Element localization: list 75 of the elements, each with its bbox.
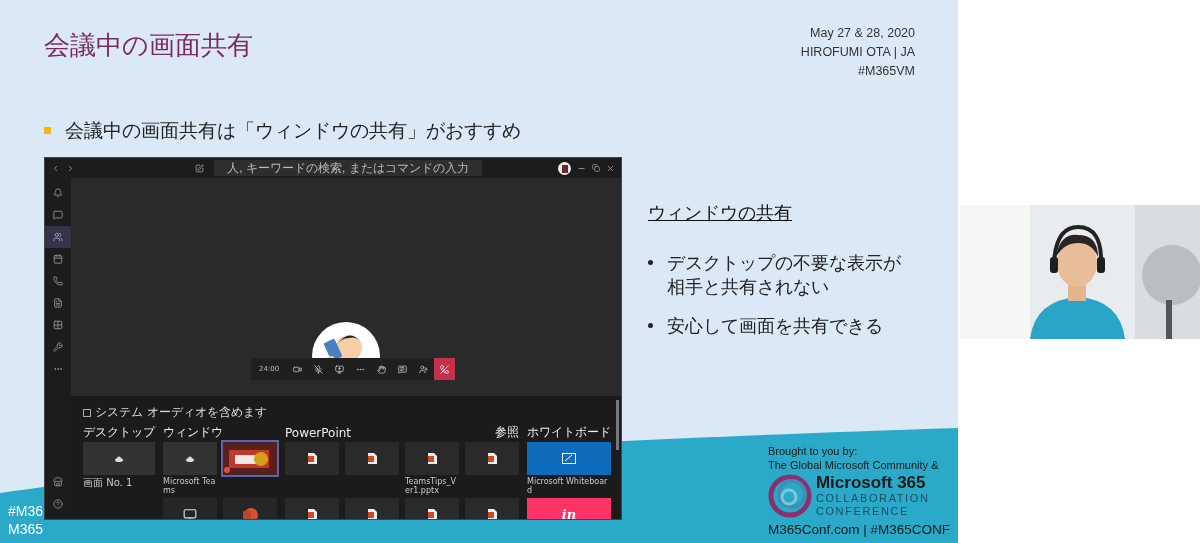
close-icon[interactable] — [606, 163, 615, 173]
presentation-app-icon — [242, 506, 258, 519]
document-icon — [427, 453, 437, 464]
bullet-icon — [44, 127, 51, 134]
monitor-icon — [183, 507, 197, 519]
restore-icon[interactable] — [592, 164, 600, 172]
section-title: PowerPoint — [285, 425, 352, 440]
document-icon — [367, 453, 377, 464]
calendar-icon — [53, 254, 63, 264]
whiteboard-thumbnail[interactable] — [527, 442, 611, 475]
app-logo: in — [561, 507, 577, 519]
file-thumbnail[interactable] — [345, 442, 399, 475]
cloud-icon — [186, 455, 194, 462]
invision-thumbnail[interactable]: in — [527, 498, 611, 519]
document-icon — [427, 509, 437, 519]
sponsor-footer: M365Conf.com | #M365CONF — [767, 521, 950, 538]
apps-icon[interactable] — [53, 477, 63, 487]
event-info: May 27 & 28, 2020 — [810, 26, 915, 40]
bullet-text: デスクトップの不要な表示が相手と共有されない — [667, 251, 902, 300]
back-icon[interactable] — [51, 163, 60, 173]
document-icon — [487, 453, 497, 464]
bullet-text: 安心して画面を共有できる — [667, 313, 884, 338]
bullet-text: 会議中の画面共有は「ウィンドウの共有」がおすすめ — [65, 119, 521, 143]
bullet-icon — [648, 322, 653, 328]
sidebar-item[interactable] — [45, 226, 71, 248]
bullet-icon — [648, 260, 653, 265]
event-info: #M365VM — [858, 64, 915, 78]
bell-icon — [53, 188, 63, 198]
side-heading: ウィンドウの共有 — [648, 201, 793, 225]
tile-caption: Microsoft Whiteboard — [527, 477, 608, 495]
hang-up-button[interactable] — [434, 358, 456, 380]
checkbox[interactable] — [83, 408, 91, 417]
document-icon — [307, 509, 317, 519]
chat-icon — [53, 210, 63, 220]
document-icon — [307, 453, 317, 464]
browse-link[interactable]: 参照 — [495, 424, 519, 441]
sponsor-text: The Global Microsoft Community & — [767, 458, 940, 472]
sponsor-text: Brought to you by: — [767, 444, 859, 458]
compose-icon[interactable] — [195, 163, 204, 173]
tile-caption: TeamsTips_Ver1.pptx — [405, 477, 456, 495]
wrench-icon — [53, 342, 63, 352]
tile-caption: Microsoft Teams — [163, 477, 216, 495]
help-icon[interactable] — [53, 499, 63, 509]
file-thumbnail[interactable] — [465, 442, 519, 475]
file-thumbnail[interactable] — [285, 442, 339, 475]
brand-subtitle: CONFERENCE — [815, 505, 910, 518]
whiteboard-icon — [562, 453, 576, 464]
swirl-logo-icon — [767, 474, 812, 518]
avatar-icon[interactable] — [558, 161, 571, 175]
section-title: ウィンドウ — [163, 424, 223, 441]
event-info: HIROFUMI OTA | JA — [800, 45, 915, 59]
section-title: デスクトップ — [83, 424, 155, 441]
window-thumbnail[interactable] — [163, 442, 217, 475]
tile-caption: 画面 No. 1 — [83, 477, 133, 488]
checkbox-label: システム オーディオを含めます — [95, 404, 267, 421]
document-icon — [367, 509, 377, 519]
hang-up-icon — [440, 364, 450, 374]
file-thumbnail[interactable] — [405, 442, 459, 475]
brand-subtitle: COLLABORATION — [815, 492, 930, 505]
hashtag-text: M365 — [8, 521, 44, 537]
search-field[interactable]: 人, キーワードの検索, またはコマンドの入力 — [214, 160, 482, 176]
slide-title: 会議中の画面共有 — [44, 29, 253, 62]
document-icon — [487, 509, 497, 519]
section-title: ホワイトボード — [527, 424, 611, 441]
brand-name: Microsoft 365 — [815, 474, 927, 492]
people-icon — [53, 232, 63, 242]
window-thumbnail[interactable] — [83, 442, 155, 475]
file-icon — [53, 298, 63, 308]
phone-icon — [53, 276, 63, 286]
forward-icon[interactable] — [66, 163, 75, 173]
grid-icon — [53, 320, 63, 330]
window-thumbnail[interactable] — [223, 442, 277, 475]
cloud-icon — [115, 455, 123, 462]
hashtag-text: #M36 — [8, 503, 44, 519]
slide-preview-drawing — [223, 443, 277, 474]
